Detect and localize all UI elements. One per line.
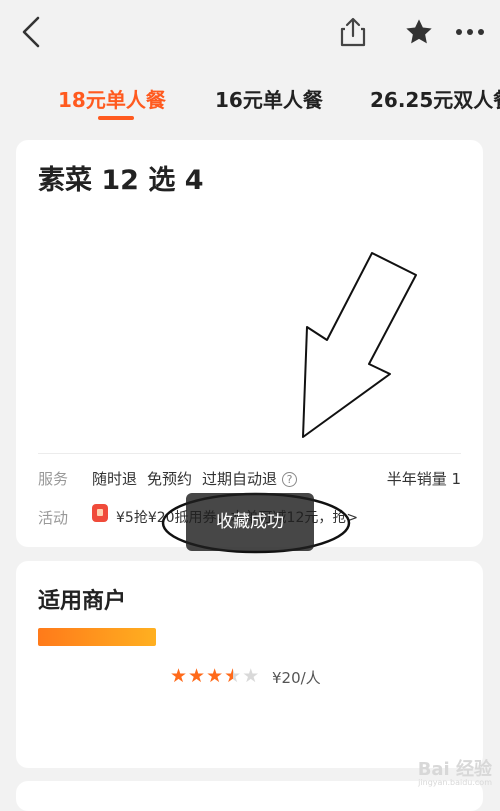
- coupon-gift-icon: [92, 504, 108, 522]
- divider: [38, 453, 461, 454]
- star-empty-icon: ★: [242, 665, 261, 687]
- activity-label: 活动: [38, 509, 69, 527]
- star-full-icon: ★: [188, 665, 207, 687]
- price-per-person: ¥20/人: [272, 669, 321, 687]
- tab-26-double[interactable]: 26.25元双人餐: [370, 84, 500, 113]
- tab-18-single[interactable]: 18元单人餐: [58, 84, 166, 113]
- toast-message: 收藏成功: [186, 493, 314, 551]
- service-item: 过期自动退: [202, 470, 278, 488]
- watermark-url: jingyan.baidu.com: [418, 778, 492, 787]
- help-icon[interactable]: ?: [282, 472, 298, 487]
- merchant-name-banner[interactable]: [38, 628, 156, 646]
- star-half-icon: ★: [224, 665, 243, 687]
- star-icon[interactable]: [402, 16, 436, 48]
- rating-stars: ★★★★★: [170, 665, 260, 687]
- deal-card: 素菜 12 选 4 服务 随时退免预约过期自动退? 半年销量 1 活动 ¥5抢¥…: [16, 140, 483, 547]
- package-tabs: 18元单人餐 16元单人餐 26.25元双人餐: [0, 72, 500, 126]
- tab-16-single[interactable]: 16元单人餐: [215, 84, 323, 113]
- deal-title: 素菜 12 选 4: [38, 165, 204, 196]
- service-items[interactable]: 随时退 免预约 过期自动退?: [92, 468, 307, 489]
- service-item: 随时退: [92, 470, 138, 488]
- next-card: [16, 781, 483, 811]
- merchant-card: 适用商户 ★★★★★ ¥20/人: [16, 561, 483, 768]
- top-bar: [0, 0, 500, 66]
- star-full-icon: ★: [170, 665, 189, 687]
- more-icon[interactable]: [454, 26, 486, 38]
- chevron-left-icon[interactable]: [18, 14, 46, 50]
- service-label: 服务: [38, 470, 69, 488]
- share-icon[interactable]: [338, 16, 368, 48]
- sales-count: 半年销量 1: [386, 470, 461, 488]
- service-item: 免预约: [147, 470, 193, 488]
- merchant-section-title: 适用商户: [38, 589, 127, 614]
- star-full-icon: ★: [206, 665, 225, 687]
- active-tab-indicator: [98, 116, 134, 120]
